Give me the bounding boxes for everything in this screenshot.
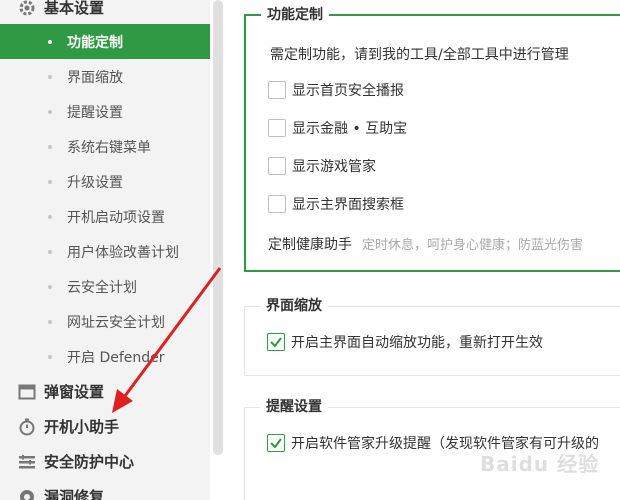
sidebar-group-popup[interactable]: 弹窗设置 — [0, 374, 210, 409]
sidebar-item-url-cloud-security[interactable]: 网址云安全计划 — [0, 304, 210, 339]
option-label: 显示主界面搜索框 — [292, 197, 404, 213]
sidebar-item-upgrade[interactable]: 升级设置 — [0, 164, 210, 199]
sidebar-scrollbar-thumb[interactable] — [213, 0, 223, 455]
window-icon — [18, 383, 36, 401]
sidebar-item-context-menu[interactable]: 系统右键菜单 — [0, 129, 210, 164]
gear-icon — [18, 0, 36, 17]
checkbox-icon[interactable] — [268, 81, 286, 99]
option-finance-mutual-aid[interactable]: 显示金融 • 互助宝 — [268, 117, 407, 139]
option-label: 显示金融 • 互助宝 — [292, 121, 408, 137]
sidebar-item-label: 用户体验改善计划 — [67, 244, 179, 261]
bullet-icon — [48, 249, 52, 254]
repair-icon — [18, 488, 36, 500]
option-label: 开启主界面自动缩放功能，重新打开生效 — [291, 335, 543, 351]
settings-sidebar: 基本设置 功能定制 界面缩放 提醒设置 系统右键菜单 升级设置 开机启动项设置 … — [0, 0, 210, 500]
checkbox-checked-icon[interactable] — [267, 333, 285, 351]
sidebar-item-ux-plan[interactable]: 用户体验改善计划 — [0, 234, 210, 269]
bullet-icon — [48, 179, 52, 184]
option-label: 显示首页安全播报 — [292, 83, 404, 99]
sidebar-item-reminder[interactable]: 提醒设置 — [0, 94, 210, 129]
sidebar-group-boot-assistant[interactable]: 开机小助手 — [0, 409, 210, 444]
checkbox-checked-icon[interactable] — [267, 434, 285, 452]
option-game-manager[interactable]: 显示游戏管家 — [268, 155, 376, 177]
watermark-logo: Baidu 经验 — [480, 452, 600, 476]
sidebar-item-label: 网址云安全计划 — [67, 314, 165, 331]
section-title: 提醒设置 — [260, 398, 328, 416]
sidebar-item-label: 开机启动项设置 — [67, 209, 165, 226]
checkbox-icon[interactable] — [268, 195, 286, 213]
sidebar-group-basic[interactable]: 基本设置 — [0, 0, 210, 25]
sidebar-item-label: 提醒设置 — [67, 104, 123, 121]
timer-icon — [18, 418, 36, 436]
settings-content: 功能定制 需定制功能，请到我的工具/全部工具中进行管理 显示首页安全播报 显示金… — [230, 0, 620, 500]
sidebar-group-label: 安全防护中心 — [44, 453, 135, 471]
health-assistant-row: 定制健康助手 定时休息，呵护身心健康；防蓝光伤害 — [268, 234, 583, 254]
sidebar-item-label: 云安全计划 — [67, 279, 137, 296]
option-home-security-broadcast[interactable]: 显示首页安全播报 — [268, 79, 404, 101]
sidebar-group-label: 弹窗设置 — [44, 383, 105, 401]
sidebar-item-cloud-security[interactable]: 云安全计划 — [0, 269, 210, 304]
checkbox-icon[interactable] — [268, 119, 286, 137]
bullet-icon — [48, 39, 52, 44]
sidebar-group-label: 开机小助手 — [44, 418, 120, 436]
bullet-icon — [48, 319, 52, 324]
bullet-icon — [48, 354, 52, 359]
section-feature-custom: 功能定制 需定制功能，请到我的工具/全部工具中进行管理 显示首页安全播报 显示金… — [244, 6, 620, 272]
sidebar-item-defender[interactable]: 开启 Defender — [0, 339, 210, 374]
health-assistant-desc: 定时休息，呵护身心健康；防蓝光伤害 — [362, 238, 584, 253]
sidebar-item-label: 升级设置 — [67, 174, 123, 191]
sidebar-group-security-center[interactable]: 安全防护中心 — [0, 444, 210, 479]
sidebar-item-label: 开启 Defender — [67, 349, 165, 366]
feature-custom-note: 需定制功能，请到我的工具/全部工具中进行管理 — [270, 47, 569, 63]
shield-bars-icon — [18, 453, 36, 471]
sidebar-item-startup[interactable]: 开机启动项设置 — [0, 199, 210, 234]
sidebar-item-label: 功能定制 — [67, 34, 123, 51]
option-auto-zoom[interactable]: 开启主界面自动缩放功能，重新打开生效 — [267, 331, 543, 353]
section-title: 功能定制 — [261, 6, 329, 24]
health-assistant-link[interactable]: 定制健康助手 — [268, 237, 352, 253]
bullet-icon — [48, 144, 52, 149]
sidebar-group-label: 漏洞修复 — [44, 488, 105, 500]
sidebar-group-vuln-fix[interactable]: 漏洞修复 — [0, 479, 210, 500]
option-label: 显示游戏管家 — [292, 159, 376, 175]
section-title: 界面缩放 — [260, 297, 328, 315]
bullet-icon — [48, 109, 52, 114]
sidebar-group-label: 基本设置 — [44, 0, 105, 17]
sidebar-item-label: 系统右键菜单 — [67, 139, 151, 156]
bullet-icon — [48, 284, 52, 289]
section-zoom: 界面缩放 开启主界面自动缩放功能，重新打开生效 — [244, 297, 620, 376]
bullet-icon — [48, 74, 52, 79]
sidebar-item-zoom[interactable]: 界面缩放 — [0, 59, 210, 94]
option-main-search-box[interactable]: 显示主界面搜索框 — [268, 193, 404, 215]
sidebar-item-label: 界面缩放 — [67, 69, 123, 86]
sidebar-item-feature-custom[interactable]: 功能定制 — [0, 24, 210, 59]
checkbox-icon[interactable] — [268, 157, 286, 175]
bullet-icon — [48, 214, 52, 219]
